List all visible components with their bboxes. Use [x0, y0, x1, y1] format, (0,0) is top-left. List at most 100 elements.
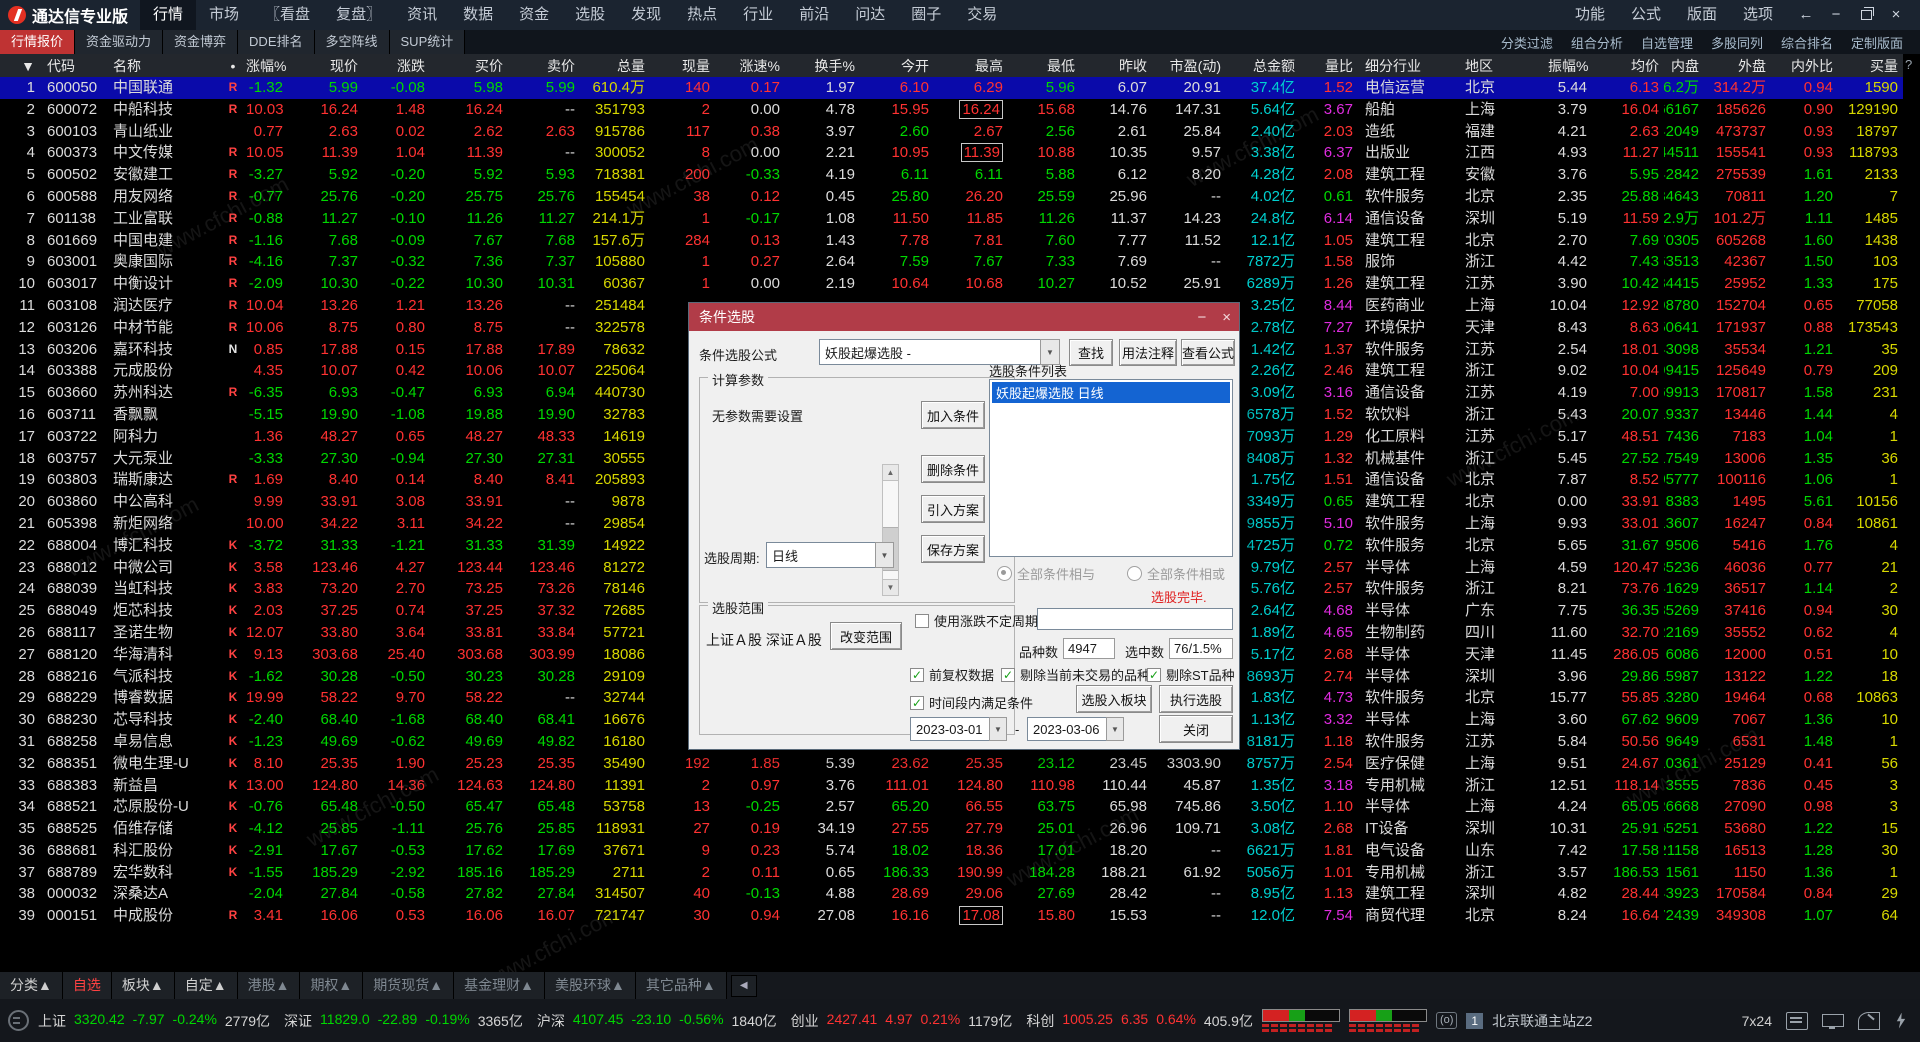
connection-icon[interactable]: (o): [1435, 1012, 1458, 1029]
menu-item-资讯[interactable]: 资讯: [394, 0, 450, 30]
menu-item-热点[interactable]: 热点: [674, 0, 730, 30]
column-header-ask[interactable]: 卖价: [508, 54, 580, 77]
minimize-icon[interactable]: −: [1822, 4, 1850, 26]
column-header-speed[interactable]: 涨速%: [715, 54, 785, 77]
table-row[interactable]: 39 000151 中成股份 R 3.41 16.06 0.53 16.06 16.07 7217…: [0, 905, 1903, 927]
menu-item-发现[interactable]: 发现: [618, 0, 674, 30]
delete-condition-button[interactable]: 删除条件: [921, 455, 985, 483]
variable-period-input[interactable]: [1037, 608, 1233, 630]
column-header-change[interactable]: 涨跌: [363, 54, 430, 77]
table-row[interactable]: 37 688789 宏华数科 K -1.55 185.29 -2.92 185.16 185.2…: [0, 862, 1903, 884]
power-icon[interactable]: [1896, 1012, 1906, 1029]
satellite-icon[interactable]: [1858, 1011, 1880, 1030]
market-tab-期货现货[interactable]: 期货现货▲: [363, 972, 455, 999]
checkbox-variable-period[interactable]: 使用涨跌不定周期: [915, 611, 1038, 630]
dialog-close-icon[interactable]: ×: [1222, 309, 1231, 326]
checkbox-time-range[interactable]: ✓ 时间段内满足条件: [910, 693, 1033, 712]
column-header-region[interactable]: 地区: [1458, 54, 1548, 77]
column-header-turnover[interactable]: 换手%: [785, 54, 860, 77]
table-row[interactable]: 5 600502 安徽建工 R -3.27 5.92 -0.20 5.92 5.93 718381…: [0, 164, 1903, 186]
table-row[interactable]: 34 688521 芯原股份-U K -0.76 65.48 -0.50 65.47 65.48…: [0, 796, 1903, 818]
radio-all-and[interactable]: 全部条件相与: [997, 564, 1095, 583]
column-header-rownum[interactable]: ▼: [0, 54, 40, 77]
back-icon[interactable]: ←: [1792, 4, 1820, 26]
import-plan-button[interactable]: 引入方案: [921, 495, 985, 523]
market-tab-期权[interactable]: 期权▲: [300, 972, 364, 999]
usage-note-button[interactable]: 用法注释: [1119, 339, 1177, 366]
table-row[interactable]: 36 688681 科汇股份 K -2.91 17.67 -0.53 17.62 17.69 37…: [0, 840, 1903, 862]
table-row[interactable]: 4 600373 中文传媒 R 10.05 11.39 1.04 11.39 -- 300052 8…: [0, 142, 1903, 164]
column-header-avg-price[interactable]: 均价: [1592, 54, 1664, 77]
help-icon[interactable]: ?: [1905, 57, 1912, 72]
index-深证[interactable]: 深证 11829.0 -22.89 -0.19% 3365亿: [284, 1011, 523, 1031]
column-header-volume[interactable]: 总量: [580, 54, 650, 77]
market-tab-港股[interactable]: 港股▲: [237, 972, 301, 999]
quote-tab-资金驱动力[interactable]: 资金驱动力: [75, 30, 164, 54]
column-header-pe[interactable]: 市盈(动): [1152, 54, 1226, 77]
table-row[interactable]: 9 603001 奥康国际 R -4.16 7.37 -0.32 7.36 7.37 105880…: [0, 251, 1903, 273]
keyboard-icon[interactable]: [1786, 1011, 1808, 1030]
checkbox-forward-adjusted[interactable]: ✓ 前复权数据: [910, 665, 994, 684]
close-dialog-button[interactable]: 关闭: [1159, 715, 1233, 743]
column-header-amplitude[interactable]: 振幅%: [1548, 54, 1592, 77]
column-header-industry[interactable]: 细分行业: [1358, 54, 1458, 77]
table-row[interactable]: 6 600588 用友网络 R -0.77 25.76 -0.20 25.75 25.76 155…: [0, 186, 1903, 208]
date-from-dropdown-icon[interactable]: ▼: [989, 717, 1007, 741]
index-科创[interactable]: 科创 1005.25 6.35 0.64% 405.9亿: [1026, 1011, 1253, 1031]
tool-link-综合排名[interactable]: 综合排名: [1772, 33, 1842, 52]
table-row[interactable]: 38 000032 深桑达A -2.04 27.84 -0.58 27.82 27.84 314…: [0, 883, 1903, 905]
menu-item-问达[interactable]: 问达: [842, 0, 898, 30]
tool-link-定制版面[interactable]: 定制版面: [1842, 33, 1912, 52]
column-header-buy-vol[interactable]: 买量: [1838, 54, 1903, 77]
checkbox-remove-st[interactable]: ✓ 剔除ST品种: [1147, 665, 1235, 684]
menu-item-市场[interactable]: 市场: [196, 0, 252, 30]
column-header-vol-ratio[interactable]: 量比: [1300, 54, 1358, 77]
checkbox-remove-untraded[interactable]: ✓ 剔除当前未交易的品种: [1001, 665, 1150, 684]
market-tab-美股环球[interactable]: 美股环球▲: [545, 972, 636, 999]
restore-icon[interactable]: [1852, 4, 1880, 26]
market-tab-自定[interactable]: 自定▲: [174, 972, 238, 999]
column-header-price[interactable]: 现价: [288, 54, 363, 77]
index-上证[interactable]: 上证 3320.42 -7.97 -0.24% 2779亿: [38, 1011, 270, 1031]
table-row[interactable]: 7 601138 工业富联 R -0.88 11.27 -0.10 11.26 11.27 214…: [0, 208, 1903, 230]
condition-list[interactable]: 妖股起爆选股 日线: [989, 379, 1233, 557]
find-button[interactable]: 查找: [1069, 339, 1113, 366]
index-创业[interactable]: 创业 2427.41 4.97 0.21% 1179亿: [791, 1011, 1013, 1031]
dialog-minimize-icon[interactable]: −: [1197, 309, 1206, 326]
column-header-code[interactable]: 代码: [40, 54, 106, 77]
scroll-up-icon[interactable]: ▲: [883, 465, 898, 481]
menu-item-选项[interactable]: 选项: [1730, 0, 1786, 30]
quote-tab-多空阵线[interactable]: 多空阵线: [314, 30, 390, 54]
column-header-amount[interactable]: 总金额: [1226, 54, 1300, 77]
close-icon[interactable]: ×: [1882, 4, 1910, 26]
pick-to-block-button[interactable]: 选股入板块: [1076, 685, 1152, 713]
date-to-select[interactable]: 2023-03-06: [1027, 717, 1107, 741]
market-tab-板块[interactable]: 板块▲: [111, 972, 175, 999]
column-header-flag[interactable]: •: [220, 54, 246, 77]
monitor-icon[interactable]: [1822, 1014, 1844, 1029]
column-header-in-out-ratio[interactable]: 内外比: [1771, 54, 1838, 77]
server-name[interactable]: 北京联通主站Z2: [1492, 1011, 1592, 1031]
menu-item-资金[interactable]: 资金: [506, 0, 562, 30]
save-plan-button[interactable]: 保存方案: [921, 535, 985, 563]
column-header-outer-vol[interactable]: 外盘: [1704, 54, 1771, 77]
column-header-open[interactable]: 今开: [860, 54, 934, 77]
table-row[interactable]: 10 603017 中衡设计 R -2.09 10.30 -0.22 10.30 10.31 60…: [0, 273, 1903, 295]
column-header-pct-change[interactable]: 涨幅%: [246, 54, 288, 77]
tool-link-多股同列[interactable]: 多股同列: [1702, 33, 1772, 52]
scroll-down-icon[interactable]: ▼: [883, 579, 898, 595]
tool-link-分类过滤[interactable]: 分类过滤: [1492, 33, 1562, 52]
table-row[interactable]: 3 600103 青山纸业 0.77 2.63 0.02 2.62 2.63 915786 117…: [0, 121, 1903, 143]
quote-tab-资金博弈[interactable]: 资金博弈: [163, 30, 239, 54]
market-tab-自选[interactable]: 自选: [62, 972, 112, 999]
radio-all-or[interactable]: 全部条件相或: [1127, 564, 1225, 583]
market-tab-基金理财[interactable]: 基金理财▲: [454, 972, 546, 999]
menu-item-功能[interactable]: 功能: [1562, 0, 1618, 30]
menu-item-〖看盘[interactable]: 〖看盘: [252, 0, 323, 30]
index-沪深[interactable]: 沪深 4107.45 -23.10 -0.56% 1840亿: [537, 1011, 777, 1031]
column-header-name[interactable]: 名称: [106, 54, 220, 77]
view-formula-button[interactable]: 查看公式: [1181, 339, 1235, 366]
tool-link-自选管理[interactable]: 自选管理: [1632, 33, 1702, 52]
menu-item-复盘〗[interactable]: 复盘〗: [323, 0, 394, 30]
column-header-high[interactable]: 最高: [934, 54, 1008, 77]
